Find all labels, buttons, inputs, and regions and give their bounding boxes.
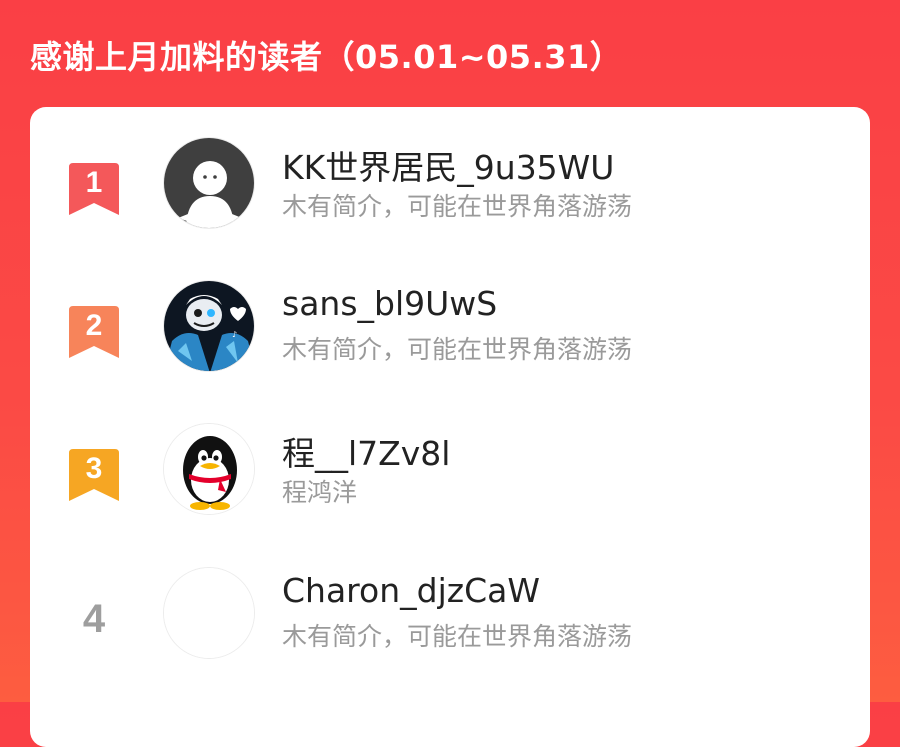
svg-text:♪: ♪ xyxy=(232,330,237,339)
avatar[interactable]: ♪ xyxy=(163,280,255,372)
rank-number: 4 xyxy=(82,596,106,641)
rank-ribbon-icon: 1 xyxy=(69,163,119,215)
rank-ribbon-icon: 3 xyxy=(69,449,119,501)
reader-name[interactable]: KK世界居民_9u35WU xyxy=(282,141,614,189)
list-item[interactable]: 3 程__l7Zv8l 程鸿洋 xyxy=(30,423,870,543)
list-item[interactable]: 1 KK世界居民_9u35WU 木有简介，可能在世界角落游荡 xyxy=(30,137,870,257)
rank-number: 2 xyxy=(85,309,103,342)
page-title: 感谢上月加料的读者（05.01~05.31） xyxy=(30,38,623,76)
list-item[interactable]: 4 Charon_djzCaW 木有简介，可能在世界角落游荡 xyxy=(30,567,870,687)
reader-bio: 木有简介，可能在世界角落游荡 xyxy=(282,192,633,221)
default-ghost-avatar-icon xyxy=(164,138,254,228)
avatar[interactable] xyxy=(163,137,255,229)
reader-list-card: 1 KK世界居民_9u35WU 木有简介，可能在世界角落游荡 2 ♪ sans_… xyxy=(30,107,870,747)
avatar[interactable] xyxy=(163,423,255,515)
blank-avatar-icon xyxy=(164,568,254,658)
reader-name[interactable]: 程__l7Zv8l xyxy=(282,427,450,475)
list-item[interactable]: 2 ♪ sans_bl9UwS 木有简介，可能在世界角落游荡 xyxy=(30,280,870,400)
rank-number: 1 xyxy=(85,166,103,199)
sans-character-avatar-icon: ♪ xyxy=(164,281,254,371)
reader-bio: 木有简介，可能在世界角落游荡 xyxy=(282,335,633,364)
rank-ribbon-icon: 2 xyxy=(69,306,119,358)
reader-name[interactable]: Charon_djzCaW xyxy=(282,571,540,610)
qq-penguin-avatar-icon xyxy=(164,424,254,514)
avatar[interactable] xyxy=(163,567,255,659)
reader-bio: 木有简介，可能在世界角落游荡 xyxy=(282,622,633,651)
reader-bio: 程鸿洋 xyxy=(282,478,358,507)
rank-number: 3 xyxy=(85,452,103,485)
reader-name[interactable]: sans_bl9UwS xyxy=(282,284,497,323)
